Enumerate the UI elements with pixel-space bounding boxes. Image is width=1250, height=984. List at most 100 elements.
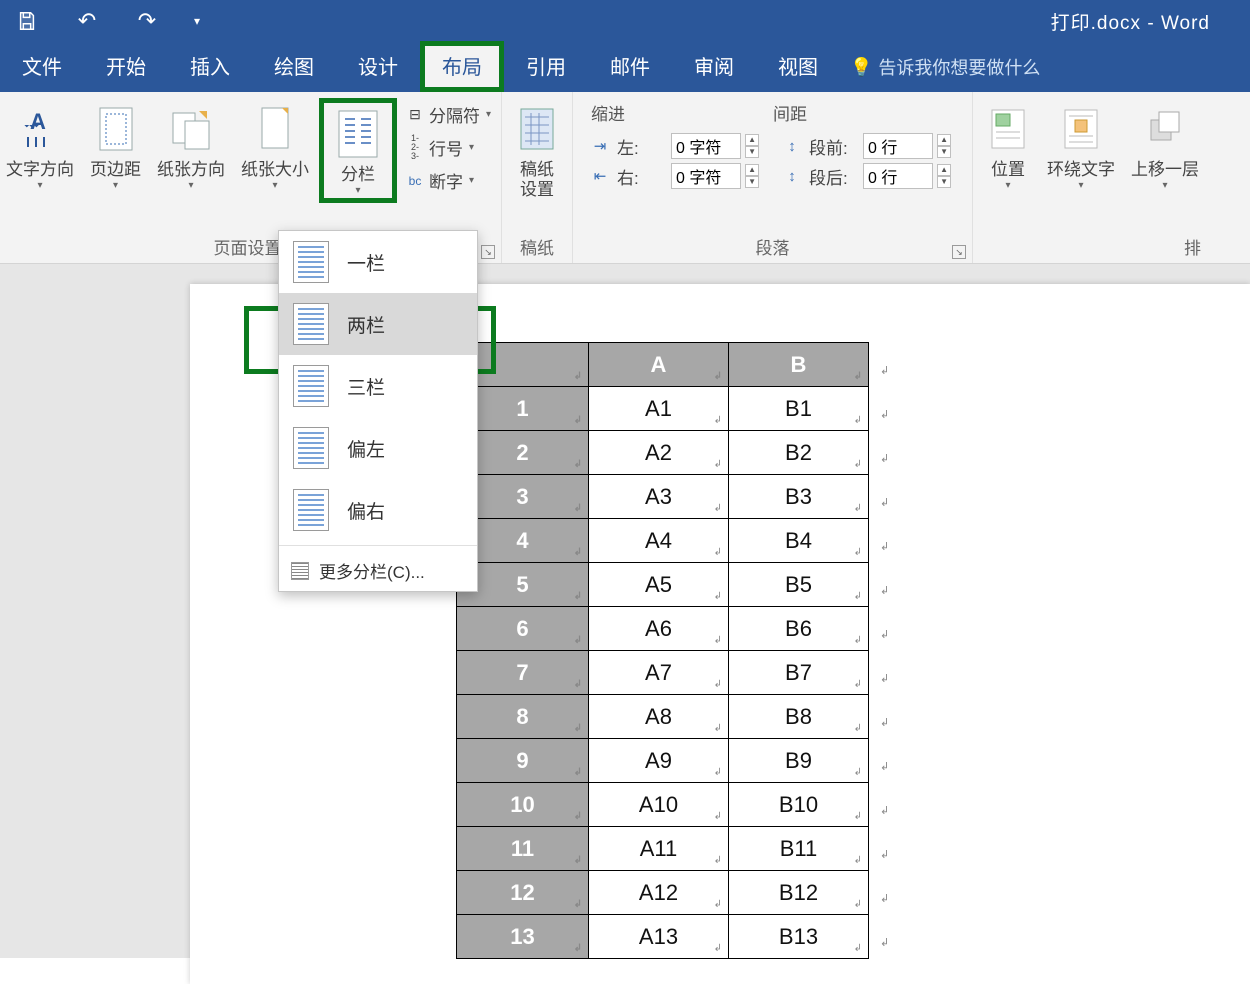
tab-mailings[interactable]: 邮件: [588, 41, 672, 92]
bring-forward-icon: [1143, 102, 1187, 156]
cell-a[interactable]: A13↲: [589, 915, 729, 959]
size-button[interactable]: 纸张大小: [235, 98, 315, 195]
tab-design[interactable]: 设计: [336, 41, 420, 92]
row-header[interactable]: 12↲: [457, 871, 589, 915]
spacing-before-spinner[interactable]: ▲▼: [937, 134, 951, 158]
line-numbers-button[interactable]: 1-2-3-行号▾: [401, 133, 495, 162]
cell-b[interactable]: B6↲: [729, 607, 869, 651]
indent-left-spinner[interactable]: ▲▼: [745, 134, 759, 158]
table-row[interactable]: 5↲A5↲B5↲: [457, 563, 869, 607]
row-header[interactable]: 6↲: [457, 607, 589, 651]
text-direction-button[interactable]: A 文字方向: [0, 98, 80, 195]
page-setup-launcher[interactable]: ↘: [481, 245, 495, 259]
cell-a[interactable]: A9↲: [589, 739, 729, 783]
tab-layout[interactable]: 布局: [420, 41, 504, 92]
table-row[interactable]: 12↲A12↲B12↲: [457, 871, 869, 915]
table-row[interactable]: 7↲A7↲B7↲: [457, 651, 869, 695]
cell-b[interactable]: B12↲: [729, 871, 869, 915]
indent-right-input[interactable]: [671, 163, 741, 189]
table-header-A[interactable]: A↲: [589, 343, 729, 387]
columns-button[interactable]: 分栏: [319, 98, 397, 203]
wrap-text-button[interactable]: 环绕文字: [1041, 98, 1121, 195]
paragraph-mark: ↲: [880, 584, 889, 597]
undo-button[interactable]: ↶: [62, 0, 112, 42]
cell-b[interactable]: B7↲: [729, 651, 869, 695]
tab-references[interactable]: 引用: [504, 41, 588, 92]
spacing-after-spinner[interactable]: ▲▼: [937, 164, 951, 188]
cell-b[interactable]: B1↲: [729, 387, 869, 431]
spacing-after-input[interactable]: [863, 163, 933, 189]
cell-b[interactable]: B3↲: [729, 475, 869, 519]
paragraph-mark: ↲: [880, 804, 889, 817]
orientation-button[interactable]: 纸张方向: [151, 98, 231, 195]
cell-a[interactable]: A11↲: [589, 827, 729, 871]
table-header-B[interactable]: B↲: [729, 343, 869, 387]
row-header[interactable]: 13↲: [457, 915, 589, 959]
document-table[interactable]: ↲A↲B↲ 1↲A1↲B1↲2↲A2↲B2↲3↲A3↲B3↲4↲A4↲B4↲5↲…: [456, 342, 869, 959]
row-header[interactable]: 7↲: [457, 651, 589, 695]
indent-left-input[interactable]: [671, 133, 741, 159]
bring-forward-button[interactable]: 上移一层: [1125, 98, 1205, 195]
columns-left[interactable]: 偏左: [279, 417, 477, 479]
paragraph-launcher[interactable]: ↘: [952, 245, 966, 259]
table-row[interactable]: 13↲A13↲B13↲: [457, 915, 869, 959]
tab-view[interactable]: 视图: [756, 41, 840, 92]
tell-me-search[interactable]: 💡 告诉我你想要做什么: [840, 54, 1050, 92]
cell-b[interactable]: B5↲: [729, 563, 869, 607]
table-row[interactable]: 1↲A1↲B1↲: [457, 387, 869, 431]
two-column-icon: [293, 303, 329, 345]
tab-home[interactable]: 开始: [84, 41, 168, 92]
cell-a[interactable]: A1↲: [589, 387, 729, 431]
table-row[interactable]: 2↲A2↲B2↲: [457, 431, 869, 475]
table-row[interactable]: 4↲A4↲B4↲: [457, 519, 869, 563]
cell-b[interactable]: B8↲: [729, 695, 869, 739]
tab-draw[interactable]: 绘图: [252, 41, 336, 92]
row-header[interactable]: 11↲: [457, 827, 589, 871]
row-header[interactable]: 10↲: [457, 783, 589, 827]
columns-one[interactable]: 一栏: [279, 231, 477, 293]
cell-a[interactable]: A4↲: [589, 519, 729, 563]
cell-b[interactable]: B4↲: [729, 519, 869, 563]
columns-more[interactable]: 更多分栏(C)...: [279, 550, 477, 591]
table-row[interactable]: 10↲A10↲B10↲: [457, 783, 869, 827]
row-header[interactable]: 9↲: [457, 739, 589, 783]
cell-b[interactable]: B2↲: [729, 431, 869, 475]
group-label-manuscript: 稿纸: [508, 232, 566, 261]
tab-review[interactable]: 审阅: [672, 41, 756, 92]
save-button[interactable]: [2, 0, 52, 42]
table-row[interactable]: 11↲A11↲B11↲: [457, 827, 869, 871]
cell-b[interactable]: B11↲: [729, 827, 869, 871]
cell-b[interactable]: B9↲: [729, 739, 869, 783]
columns-three[interactable]: 三栏: [279, 355, 477, 417]
table-row[interactable]: 6↲A6↲B6↲: [457, 607, 869, 651]
table-row[interactable]: 9↲A9↲B9↲: [457, 739, 869, 783]
cell-a[interactable]: A10↲: [589, 783, 729, 827]
cell-a[interactable]: A7↲: [589, 651, 729, 695]
indent-right-spinner[interactable]: ▲▼: [745, 164, 759, 188]
redo-button[interactable]: ↷: [122, 0, 172, 42]
tab-insert[interactable]: 插入: [168, 41, 252, 92]
cell-a[interactable]: A8↲: [589, 695, 729, 739]
paper-size-icon: [253, 102, 297, 156]
cell-b[interactable]: B13↲: [729, 915, 869, 959]
margins-button[interactable]: 页边距: [84, 98, 147, 195]
row-header[interactable]: 8↲: [457, 695, 589, 739]
manuscript-settings-button[interactable]: 稿纸 设置: [508, 98, 566, 203]
position-button[interactable]: 位置: [979, 98, 1037, 195]
table-row[interactable]: 8↲A8↲B8↲: [457, 695, 869, 739]
tab-file[interactable]: 文件: [0, 41, 84, 92]
breaks-button[interactable]: ⊟分隔符▾: [401, 100, 495, 129]
cell-a[interactable]: A6↲: [589, 607, 729, 651]
cell-a[interactable]: A3↲: [589, 475, 729, 519]
spacing-before-input[interactable]: [863, 133, 933, 159]
cell-a[interactable]: A5↲: [589, 563, 729, 607]
qat-customize[interactable]: ▾: [182, 0, 212, 42]
cell-a[interactable]: A2↲: [589, 431, 729, 475]
right-column-icon: [293, 489, 329, 531]
cell-a[interactable]: A12↲: [589, 871, 729, 915]
table-row[interactable]: 3↲A3↲B3↲: [457, 475, 869, 519]
columns-two[interactable]: 两栏: [279, 293, 477, 355]
hyphenation-button[interactable]: bc断字▾: [401, 166, 495, 195]
cell-b[interactable]: B10↲: [729, 783, 869, 827]
columns-right[interactable]: 偏右: [279, 479, 477, 541]
